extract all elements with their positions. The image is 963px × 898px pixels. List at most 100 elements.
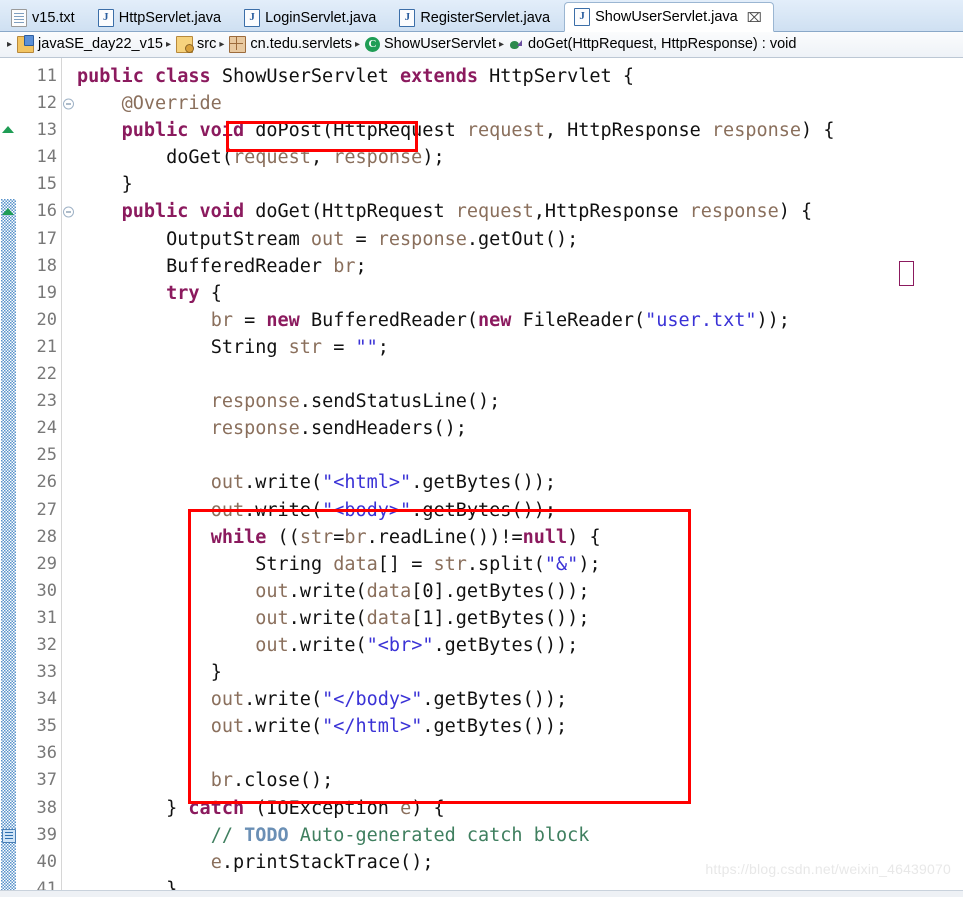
line-number: 22 xyxy=(36,364,57,385)
editor-tab-bar: v15.txt J HttpServlet.java J LoginServle… xyxy=(0,0,963,32)
line-number: 29 xyxy=(36,553,57,574)
text-file-icon xyxy=(11,8,27,27)
code-line[interactable]: out.write(data[1].getBytes()); xyxy=(77,605,963,632)
java-file-icon: J xyxy=(97,8,114,27)
line-number: 21 xyxy=(36,336,57,357)
tab-label: v15.txt xyxy=(32,9,75,26)
code-line[interactable] xyxy=(77,740,963,767)
breadcrumb: ▸ javaSE_day22_v15 ▸ src ▸ cn.tedu.servl… xyxy=(0,32,963,58)
line-number: 13 xyxy=(36,120,57,141)
line-number: 23 xyxy=(36,391,57,412)
breadcrumb-label: javaSE_day22_v15 xyxy=(38,36,163,53)
code-line[interactable]: response.sendHeaders(); xyxy=(77,415,963,442)
code-line[interactable]: doGet(request, response); xyxy=(77,144,963,171)
line-number: 20 xyxy=(36,309,57,330)
line-number: 19 xyxy=(36,282,57,303)
breadcrumb-separator-icon: ▸ xyxy=(354,39,360,50)
class-icon: C xyxy=(365,37,380,52)
change-indicator-bar xyxy=(1,198,16,897)
code-line[interactable]: String str = ""; xyxy=(77,334,963,361)
line-number: 37 xyxy=(36,770,57,791)
line-number: 18 xyxy=(36,255,57,276)
line-number: 16 xyxy=(18,198,74,225)
line-number: 11 xyxy=(36,66,57,86)
line-number: 31 xyxy=(36,607,57,628)
breadcrumb-item-class[interactable]: C ShowUserServlet xyxy=(365,37,496,52)
code-line[interactable]: @Override xyxy=(77,90,963,117)
breadcrumb-item-package[interactable]: cn.tedu.servlets xyxy=(229,36,352,53)
breadcrumb-separator-icon: ▸ xyxy=(499,39,505,50)
override-method-marker-icon[interactable] xyxy=(2,126,14,134)
source-folder-icon xyxy=(176,36,195,53)
breadcrumb-label: src xyxy=(197,36,217,53)
breadcrumb-separator-icon: ▸ xyxy=(166,39,172,50)
java-file-icon: J xyxy=(244,8,261,27)
code-line[interactable]: out.write(data[0].getBytes()); xyxy=(77,578,963,605)
line-number: 24 xyxy=(36,418,57,439)
method-icon xyxy=(509,37,524,52)
line-number: 14 xyxy=(36,147,57,168)
code-line[interactable]: out.write("<body>".getBytes()); xyxy=(77,497,963,524)
java-file-icon: J xyxy=(574,8,591,26)
code-line[interactable]: out.write("<html>".getBytes()); xyxy=(77,469,963,496)
line-number: 17 xyxy=(36,228,57,249)
tab-label: HttpServlet.java xyxy=(118,9,222,26)
line-number: 33 xyxy=(36,662,57,683)
tab-label: LoginServlet.java xyxy=(265,9,377,26)
line-number: 35 xyxy=(36,716,57,737)
line-number: 25 xyxy=(36,445,57,466)
package-icon xyxy=(229,36,247,53)
todo-task-marker-icon[interactable] xyxy=(2,828,16,843)
code-line[interactable]: out.write("<br>".getBytes()); xyxy=(77,632,963,659)
line-number: 36 xyxy=(36,743,57,764)
override-method-marker-icon[interactable] xyxy=(2,207,14,215)
breadcrumb-label: cn.tedu.servlets xyxy=(250,36,352,53)
line-number: 27 xyxy=(36,499,57,520)
code-line[interactable] xyxy=(77,361,963,388)
code-line[interactable]: } catch (IOException e) { xyxy=(77,795,963,822)
tab-v15-txt[interactable]: v15.txt xyxy=(2,4,86,31)
code-line[interactable]: BufferedReader br; xyxy=(77,253,963,280)
code-line[interactable]: } xyxy=(77,659,963,686)
breadcrumb-item-src[interactable]: src xyxy=(176,36,216,53)
code-line[interactable]: try { xyxy=(77,280,963,307)
line-number: 38 xyxy=(36,797,57,818)
code-line[interactable]: OutputStream out = response.getOut(); xyxy=(77,226,963,253)
line-number: 12 xyxy=(18,90,74,117)
breadcrumb-item-method[interactable]: doGet(HttpRequest, HttpResponse) : void xyxy=(509,37,796,52)
code-line[interactable] xyxy=(77,442,963,469)
line-number: 34 xyxy=(36,689,57,710)
line-number: 28 xyxy=(36,526,57,547)
breadcrumb-item-project[interactable]: javaSE_day22_v15 xyxy=(17,35,163,53)
breadcrumb-separator-icon: ▸ xyxy=(7,39,13,50)
code-line[interactable]: public void doGet(HttpRequest request,Ht… xyxy=(77,198,963,225)
code-line[interactable]: String data[] = str.split("&"); xyxy=(77,551,963,578)
code-line[interactable]: public void doPost(HttpRequest request, … xyxy=(77,117,963,144)
source-code-area[interactable]: public class ShowUserServlet extends Htt… xyxy=(62,58,963,897)
tab-httpservlet-java[interactable]: J HttpServlet.java xyxy=(89,4,232,31)
code-line[interactable]: } xyxy=(77,171,963,198)
java-file-icon: J xyxy=(399,8,416,27)
close-icon[interactable]: ⌧ xyxy=(747,11,762,24)
tab-label: ShowUserServlet.java xyxy=(595,9,738,25)
code-line[interactable]: out.write("</body>".getBytes()); xyxy=(77,686,963,713)
java-project-icon xyxy=(17,35,35,53)
line-number: 30 xyxy=(36,580,57,601)
tab-label: RegisterServlet.java xyxy=(420,9,551,26)
tab-showuserservlet-java[interactable]: J ShowUserServlet.java ⌧ xyxy=(564,2,774,32)
code-editor[interactable]: 11 12 13 14 15 16 17 18 19 20 21 22 23 24 25 26 27 28 29 30… xyxy=(0,58,963,897)
code-line[interactable]: br.close(); xyxy=(77,767,963,794)
line-number: 40 xyxy=(36,851,57,872)
code-line[interactable]: out.write("</html>".getBytes()); xyxy=(77,713,963,740)
code-line[interactable]: // TODO Auto-generated catch block xyxy=(77,822,963,849)
editor-bottom-edge xyxy=(0,890,963,897)
code-line[interactable]: br = new BufferedReader(new FileReader("… xyxy=(77,307,963,334)
annotation-marker-bar[interactable] xyxy=(0,58,18,897)
tab-loginservlet-java[interactable]: J LoginServlet.java xyxy=(235,4,387,31)
code-line[interactable]: while ((str=br.readLine())!=null) { xyxy=(77,524,963,551)
line-number: 32 xyxy=(36,634,57,655)
line-number: 39 xyxy=(36,824,57,845)
code-line[interactable]: public class ShowUserServlet extends Htt… xyxy=(77,63,963,90)
code-line[interactable]: response.sendStatusLine(); xyxy=(77,388,963,415)
tab-registerservlet-java[interactable]: J RegisterServlet.java xyxy=(390,4,561,31)
